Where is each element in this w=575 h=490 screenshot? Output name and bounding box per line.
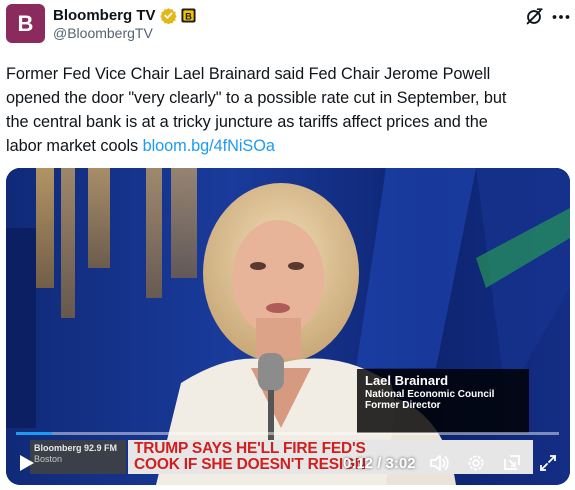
video-player[interactable]: Lael Brainard National Economic Council … (6, 168, 570, 485)
avatar-letter: B (17, 10, 34, 36)
progress-fill (16, 432, 52, 435)
more-icon[interactable] (551, 6, 571, 28)
author-handle[interactable]: @BloombergTV (53, 25, 153, 41)
post-text-line: opened the door "very clearly" to a poss… (6, 89, 507, 107)
post-link[interactable]: bloom.bg/4fNiSOa (143, 137, 275, 155)
volume-icon[interactable] (429, 452, 451, 474)
player-controls: 0:12 / 3:02 (6, 448, 570, 478)
lower-third: Lael Brainard National Economic Council … (357, 369, 529, 433)
gold-check-icon[interactable] (159, 7, 177, 24)
svg-text:B: B (185, 11, 192, 21)
post-text-line-last: labor market cools bloom.bg/4fNiSOa (6, 134, 568, 158)
post-header: B Bloomberg TV B @BloombergTV (0, 0, 575, 56)
progress-bar[interactable] (16, 432, 559, 435)
author-name-row: Bloomberg TV B (53, 5, 196, 25)
post-text-line: labor market cools (6, 137, 143, 155)
video-frame (6, 168, 570, 485)
settings-icon[interactable] (465, 452, 487, 474)
post-text-line: the central bank is at a tricky juncture… (6, 113, 488, 131)
time-display: 0:12 / 3:02 (343, 455, 416, 472)
author-display-name[interactable]: Bloomberg TV (53, 7, 156, 24)
lower-third-subtitle: Former Director (365, 400, 441, 411)
grok-icon[interactable] (523, 6, 545, 28)
post-text-line: Former Fed Vice Chair Lael Brainard said… (6, 65, 491, 83)
post-text: Former Fed Vice Chair Lael Brainard said… (6, 62, 568, 158)
lower-third-name: Lael Brainard (365, 373, 449, 388)
bloomberg-affiliate-icon[interactable]: B (180, 7, 196, 23)
play-icon[interactable] (16, 452, 38, 474)
lower-third-title: National Economic Council (365, 389, 495, 400)
picture-in-picture-icon[interactable] (501, 452, 523, 474)
fullscreen-icon[interactable] (537, 452, 559, 474)
avatar[interactable]: B (6, 4, 45, 43)
